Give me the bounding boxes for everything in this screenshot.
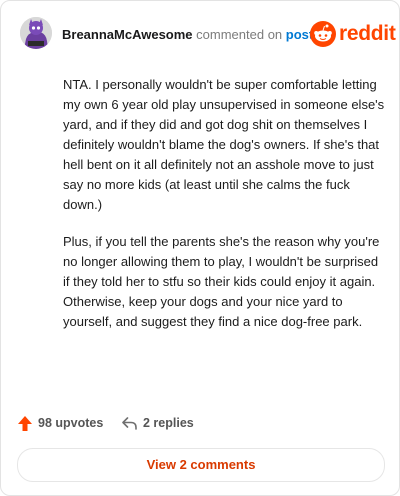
upvote-arrow-icon — [18, 416, 32, 431]
comment-meta: BreannaMcAwesome commented on post — [62, 27, 313, 42]
username-link[interactable]: BreannaMcAwesome — [62, 27, 193, 42]
comment-card: BreannaMcAwesome commented on post reddi… — [0, 0, 400, 496]
view-comments-button[interactable]: View 2 comments — [17, 448, 385, 482]
comment-paragraph: NTA. I personally wouldn't be super comf… — [63, 77, 385, 212]
comment-body: NTA. I personally wouldn't be super comf… — [63, 75, 387, 349]
replies-button[interactable]: 2 replies — [121, 413, 206, 435]
commented-on-text: commented on — [196, 27, 283, 42]
reddit-snoo-icon — [310, 21, 336, 47]
comment-paragraph: Plus, if you tell the parents she's the … — [63, 234, 380, 329]
comment-header: BreannaMcAwesome commented on post reddi… — [16, 13, 396, 53]
avatar[interactable] — [20, 17, 52, 49]
reddit-logo[interactable]: reddit — [310, 21, 396, 47]
replies-count: 2 replies — [143, 416, 194, 430]
upvote-count: 98 upvotes — [38, 416, 104, 430]
reply-arrow-icon — [122, 417, 137, 430]
upvote-button[interactable]: 98 upvotes — [17, 413, 112, 435]
reddit-wordmark: reddit — [339, 22, 396, 45]
avatar-image — [20, 17, 52, 49]
